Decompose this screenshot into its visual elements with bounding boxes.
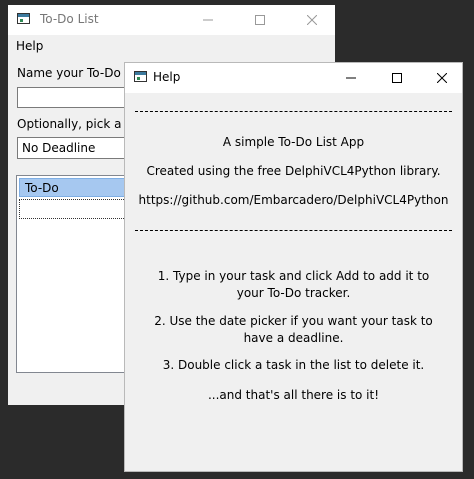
list-item[interactable] [19, 199, 134, 219]
menu-help[interactable]: Help [16, 39, 43, 53]
separator-bottom [135, 230, 452, 231]
todo-window-title: To-Do List [40, 12, 99, 26]
app-icon [17, 13, 30, 24]
maximize-icon [255, 15, 265, 25]
maximize-icon [392, 73, 402, 83]
close-button[interactable] [289, 5, 335, 35]
todo-list[interactable]: To-Do [16, 175, 137, 373]
task-name-input[interactable] [17, 87, 137, 108]
instruction-4: ...and that's all there is to it! [207, 388, 380, 402]
minimize-icon [346, 77, 356, 79]
app-icon [134, 71, 147, 82]
task-name-label: Name your To-Do he [17, 66, 140, 80]
deadline-label: Optionally, pick a de [17, 117, 141, 131]
help-close-button[interactable] [419, 63, 465, 93]
help-window[interactable]: Help A simple To-Do List App Created usi… [124, 62, 463, 472]
close-icon [437, 73, 447, 83]
about-title: A simple To-Do List App [222, 135, 365, 149]
maximize-button[interactable] [237, 5, 283, 35]
help-titlebar[interactable]: Help [125, 63, 462, 93]
minimize-icon [203, 19, 213, 21]
todo-titlebar[interactable]: To-Do List [8, 5, 335, 35]
help-window-title: Help [153, 70, 181, 84]
help-minimize-button[interactable] [328, 63, 374, 93]
help-maximize-button[interactable] [374, 63, 420, 93]
instruction-1: 1. Type in your task and click Add to ad… [157, 269, 430, 300]
instruction-3: 3. Double click a task in the list to de… [162, 358, 425, 372]
close-icon [307, 15, 317, 25]
instruction-2: 2. Use the date picker if you want your … [154, 314, 433, 345]
separator-top [135, 111, 452, 112]
about-credit: Created using the free DelphiVCL4Python … [146, 164, 441, 178]
minimize-button[interactable] [185, 5, 231, 35]
about-url[interactable]: https://github.com/Embarcadero/DelphiVCL… [135, 192, 452, 209]
list-header: To-Do [19, 178, 134, 197]
deadline-picker[interactable]: No Deadline [17, 137, 137, 159]
